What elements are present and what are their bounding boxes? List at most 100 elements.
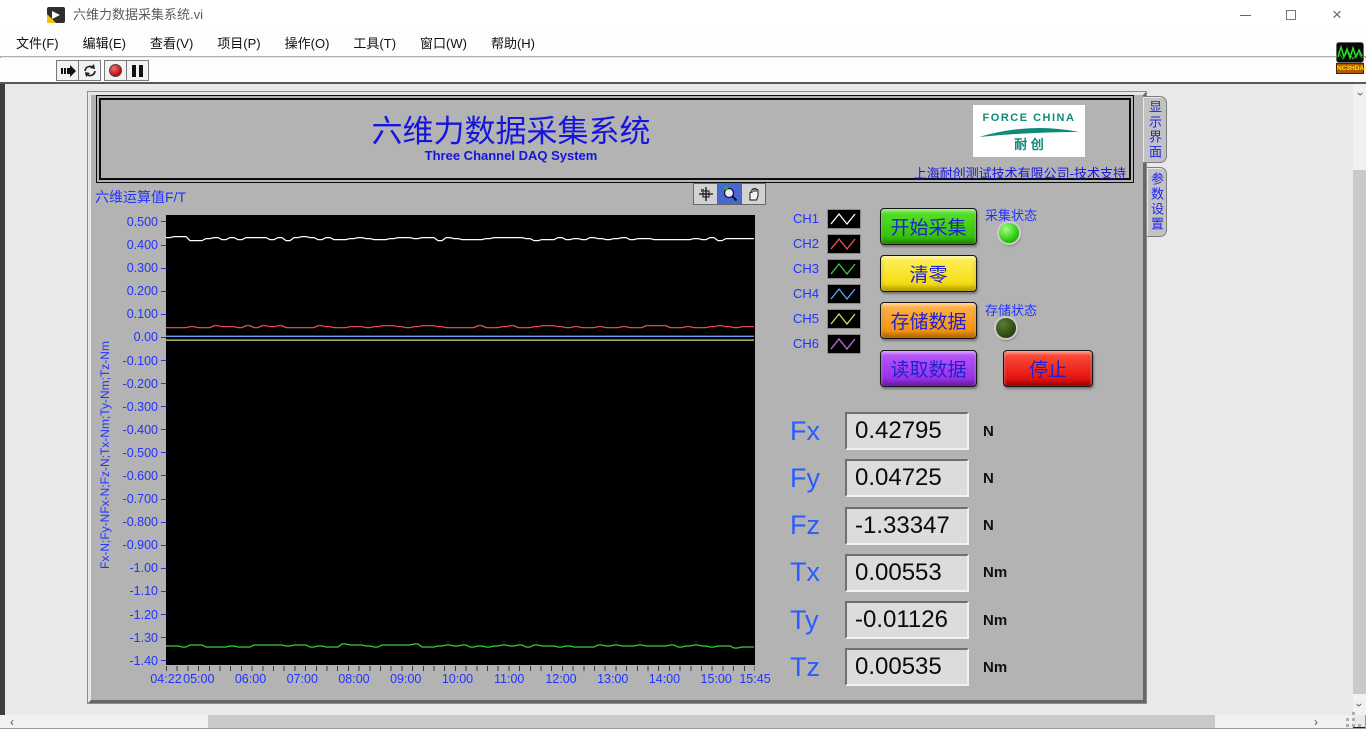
crosshair-icon (698, 187, 713, 201)
vertical-scroll-thumb[interactable] (1353, 170, 1366, 694)
x-tick-label: 15:45 (739, 672, 771, 686)
menu-item[interactable]: 项目(P) (205, 30, 272, 57)
legend-plot-sample[interactable] (827, 308, 861, 329)
scroll-down-arrow[interactable]: › (1352, 699, 1366, 712)
x-axis-ticks: 04:22 05:00 06:00 07:00 08:00 09:00 10:00 11:00… (0, 672, 1366, 688)
vi-icon-label: NC3HDAQ (1336, 63, 1366, 74)
resize-grip[interactable] (1346, 718, 1349, 721)
y-tick-label: -0.200 (122, 376, 158, 391)
x-tick-label: 09:00 (390, 672, 422, 686)
toolbar-button-group (56, 60, 149, 81)
chart-legend: CH1 CH2 CH3 CH4 CH5 CH6 (787, 206, 861, 356)
readout-unit: N (983, 422, 994, 440)
legend-label: CH3 (792, 261, 819, 276)
readout-value: 0.04725 (845, 459, 969, 498)
menu-item[interactable]: 工具(T) (341, 30, 408, 57)
legend-item[interactable]: CH3 (787, 256, 861, 281)
readout-value: 0.42795 (845, 412, 969, 450)
menu-item[interactable]: 查看(V) (138, 30, 205, 57)
y-tick-label: -0.600 (122, 468, 158, 483)
readout-value: 0.00553 (845, 553, 969, 592)
y-tick-label: -0.300 (122, 399, 158, 414)
legend-plot-sample[interactable] (827, 283, 861, 304)
stop-button[interactable]: 停止 (1003, 350, 1093, 387)
title-bar: 六维力数据采集系统.vi × (0, 0, 1366, 30)
legend-label: CH6 (792, 336, 819, 351)
legend-item[interactable]: CH2 (787, 231, 861, 256)
legend-zigzag-icon (830, 237, 856, 250)
read-data-button[interactable]: 读取数据 (880, 350, 977, 387)
y-tick: -0.500 (90, 441, 166, 464)
x-tick-label: 05:00 (183, 672, 215, 686)
menu-item[interactable]: 帮助(H) (479, 30, 547, 57)
app-subtitle: Three Channel DAQ System (424, 148, 598, 163)
x-tick-label: 08:00 (338, 672, 370, 686)
legend-item[interactable]: CH5 (787, 306, 861, 331)
pause-icon (132, 64, 143, 77)
tab-parameter-settings[interactable]: 参数设置 (1147, 167, 1167, 237)
legend-item[interactable]: CH1 (787, 206, 861, 231)
close-button[interactable]: × (1314, 0, 1360, 30)
window-title: 六维力数据采集系统.vi (73, 7, 204, 22)
vi-icon-pane[interactable]: NC3HDAQ (1336, 42, 1366, 74)
y-tick: -0.200 (90, 372, 166, 395)
y-tick: -1.00 (90, 557, 166, 580)
x-axis-minor-ticks (166, 666, 755, 671)
y-tick-label: -0.700 (122, 492, 158, 507)
maximize-button[interactable] (1268, 0, 1314, 30)
menu-item[interactable]: 窗口(W) (408, 30, 479, 57)
abort-button[interactable] (104, 60, 127, 81)
x-tick-label: 14:00 (648, 672, 681, 686)
horizontal-scrollbar[interactable]: ‹ › (0, 715, 1353, 729)
minimize-icon (1239, 14, 1251, 16)
y-tick: 0.100 (90, 303, 166, 326)
y-tick-label: -0.500 (122, 445, 158, 460)
abort-icon (109, 64, 122, 77)
header-box: 六维力数据采集系统 Three Channel DAQ System FORCE… (96, 95, 1134, 183)
readout-value: 0.00535 (845, 648, 969, 687)
readout-unit: Nm (983, 564, 1008, 582)
legend-plot-sample[interactable] (827, 258, 861, 279)
y-tick: -0.300 (90, 395, 166, 418)
zoom-tool-button[interactable] (717, 183, 742, 205)
y-tick-label: -1.10 (129, 584, 159, 599)
vertical-scrollbar[interactable]: ‹ › (1353, 84, 1366, 715)
y-tick: -1.20 (90, 603, 166, 626)
y-tick-label: -1.30 (129, 630, 159, 645)
horizontal-scroll-thumb[interactable] (208, 715, 1215, 728)
readout-row: Tz 0.00535 Nm (790, 648, 1007, 687)
run-continuous-button[interactable] (78, 60, 101, 81)
cursor-tool-button[interactable] (693, 183, 718, 205)
legend-item[interactable]: CH4 (787, 281, 861, 306)
legend-plot-sample[interactable] (827, 233, 861, 254)
start-acquisition-button[interactable]: 开始采集 (880, 208, 977, 245)
readout-row: Tx 0.00553 Nm (790, 553, 1008, 592)
y-tick-label: 0.100 (126, 307, 158, 322)
menu-item[interactable]: 文件(F) (4, 30, 71, 57)
chart-plot[interactable] (166, 215, 755, 665)
zero-button[interactable]: 清零 (880, 255, 977, 292)
y-tick-label: 0.200 (126, 284, 158, 299)
save-data-button[interactable]: 存储数据 (880, 302, 977, 339)
legend-plot-sample[interactable] (827, 333, 861, 354)
minimize-button[interactable] (1222, 0, 1268, 30)
scroll-left-arrow[interactable]: ‹ (4, 715, 20, 729)
scroll-up-arrow[interactable]: ‹ (1352, 88, 1366, 101)
y-tick-label: 0.00 (133, 330, 158, 345)
legend-item[interactable]: CH6 (787, 331, 861, 356)
y-tick: -0.700 (90, 488, 166, 511)
y-tick: -1.10 (90, 580, 166, 603)
store-status-led (996, 318, 1016, 338)
run-button[interactable] (56, 60, 79, 81)
pause-button[interactable] (126, 60, 149, 81)
menu-item[interactable]: 操作(O) (273, 30, 342, 57)
scroll-right-arrow[interactable]: › (1308, 715, 1324, 729)
y-tick-label: -0.900 (122, 538, 158, 553)
legend-plot-sample[interactable] (827, 208, 861, 229)
pan-tool-button[interactable] (741, 183, 766, 205)
menu-item[interactable]: 编辑(E) (71, 30, 138, 57)
legend-zigzag-icon (830, 262, 856, 275)
tab-display-interface[interactable]: 显示界面 (1143, 96, 1167, 163)
y-tick: -1.40 (90, 649, 166, 672)
readout-unit: Nm (983, 611, 1008, 629)
